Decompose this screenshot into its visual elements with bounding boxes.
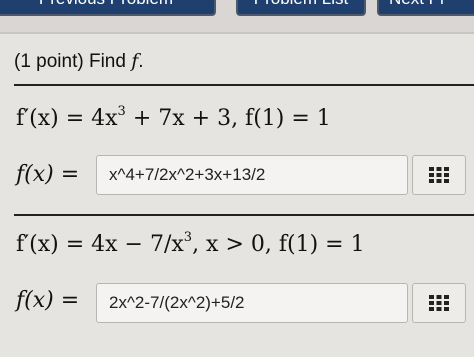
problem-list-button[interactable]: Problem List: [236, 0, 366, 16]
equation-exponent: 3: [117, 104, 126, 119]
equation-lhs: f′(x) = 4x − 7/x: [16, 232, 184, 257]
problem-1-equation-editor-button[interactable]: [412, 155, 466, 195]
header-period: .: [138, 51, 144, 72]
grid-icon: [429, 295, 449, 311]
problem-panel: (1 point) Find f. f′(x) = 4x3 + 7x + 3, …: [0, 32, 474, 357]
problem-1-equation: f′(x) = 4x3 + 7x + 3, f(1) = 1: [16, 104, 331, 131]
equation-rest: + 7x + 3, f(1) = 1: [125, 106, 331, 131]
equation-exponent: 3: [183, 230, 193, 245]
divider: [14, 214, 474, 216]
problem-2-answer-label: f(x) =: [16, 288, 80, 313]
equation-rest: , x > 0, f(1) = 1: [192, 232, 365, 257]
previous-problem-button[interactable]: Previous Problem: [0, 0, 216, 16]
divider: [14, 84, 474, 86]
problem-2-answer-input[interactable]: [96, 283, 408, 323]
problem-2-equation-editor-button[interactable]: [412, 283, 466, 323]
problem-1-answer-input[interactable]: [96, 155, 408, 195]
problem-1-answer-label: f(x) =: [16, 162, 80, 187]
problem-header: (1 point) Find f.: [14, 50, 144, 73]
problem-2-equation: f′(x) = 4x − 7/x3, x > 0, f(1) = 1: [16, 230, 365, 257]
points-label: (1 point) Find: [14, 51, 126, 72]
equation-lhs: f′(x) = 4x: [16, 106, 118, 131]
next-problem-button[interactable]: Next Pr: [377, 0, 474, 16]
grid-icon: [429, 167, 449, 183]
